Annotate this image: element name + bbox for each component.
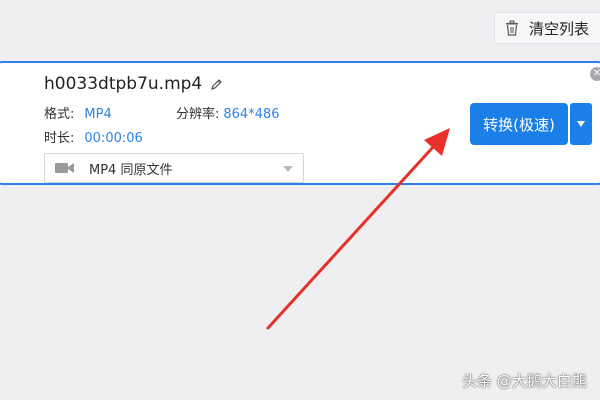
red-arrow-annotation bbox=[266, 128, 450, 330]
watermark: 头条 @大鹅大白熊 bbox=[462, 372, 587, 390]
